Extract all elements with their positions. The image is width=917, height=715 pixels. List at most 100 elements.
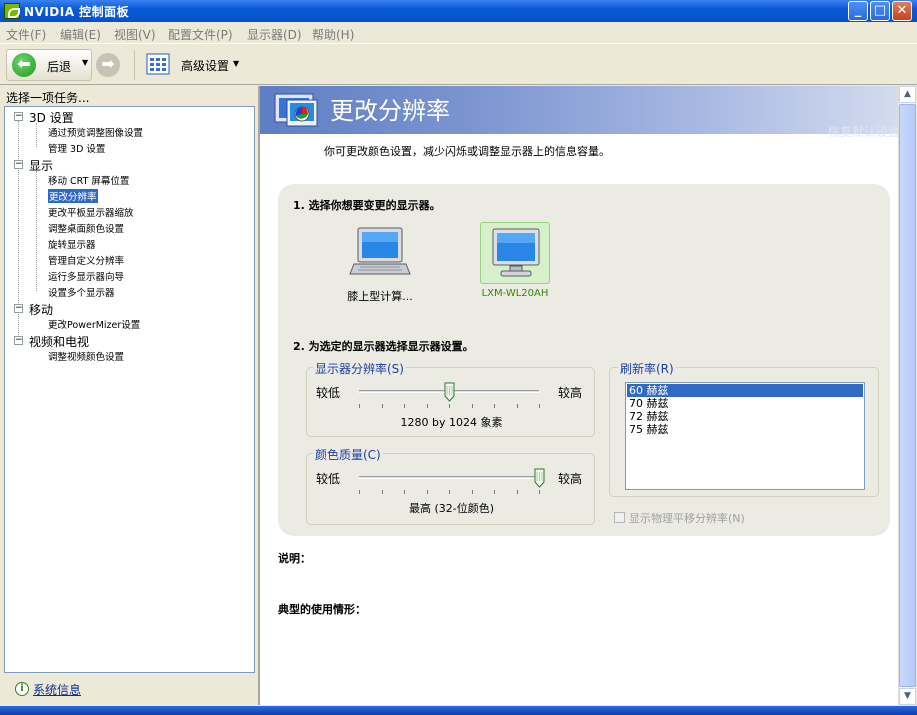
tree-item-selected[interactable]: 更改分辨率 xyxy=(48,189,98,203)
tree-item[interactable]: 运行多显示器向导 xyxy=(48,269,124,283)
tree-item[interactable]: 设置多个显示器 xyxy=(48,285,115,299)
menu-help[interactable]: 帮助(H) xyxy=(312,26,354,43)
slider-tick xyxy=(381,490,383,494)
back-button[interactable]: ⬅ 后退 ▼ xyxy=(6,49,92,81)
forward-arrow-icon[interactable]: ➡ xyxy=(96,53,120,77)
minimize-button[interactable]: _ xyxy=(848,1,868,21)
tree-item[interactable]: 管理 3D 设置 xyxy=(48,141,105,155)
advanced-settings-label[interactable]: 高级设置 xyxy=(181,57,229,74)
menu-display[interactable]: 显示器(D) xyxy=(247,26,302,43)
physical-panning-label: 显示物理平移分辨率(N) xyxy=(629,512,745,525)
color-low-label: 较低 xyxy=(316,472,341,486)
tree-item[interactable]: 调整桌面颜色设置 xyxy=(48,221,124,235)
color-slider-thumb[interactable] xyxy=(534,468,545,488)
slider-tick xyxy=(494,404,495,408)
advanced-settings-button[interactable] xyxy=(146,53,170,75)
step2-heading: 2. 为选定的显示器选择显示器设置。 xyxy=(293,340,474,353)
tree-item[interactable]: 更改平板显示器缩放 xyxy=(48,205,134,219)
color-slider-track[interactable] xyxy=(359,476,539,479)
toolbar: ⬅ 后退 ▼ ➡ 高级设置 ▼ xyxy=(0,43,917,85)
refresh-rate-list[interactable]: 60 赫兹 70 赫兹 72 赫兹 75 赫兹 xyxy=(625,382,865,490)
tree-group-3d[interactable]: 3D 设置 xyxy=(29,109,74,126)
scroll-up-arrow-icon[interactable]: ▲ xyxy=(899,86,916,103)
refresh-rate-group: 刷新率(R) 60 赫兹 70 赫兹 72 赫兹 75 赫兹 xyxy=(609,360,879,497)
expand-collapse-icon[interactable]: − xyxy=(14,160,23,169)
task-pane-header: 选择一项任务... xyxy=(0,86,258,106)
color-quality-group: 颜色质量(C) 较低 较高 最高 (32-位颜色) xyxy=(306,446,595,525)
slider-tick xyxy=(359,490,360,494)
slider-tick xyxy=(516,490,518,494)
task-tree: − 3D 设置 通过预览调整图像设置 管理 3D 设置 − 显示 移动 CRT … xyxy=(4,106,255,673)
slider-tick xyxy=(471,404,473,408)
menu-bar: 文件(F) 编辑(E) 视图(V) 配置文件(P) 显示器(D) 帮助(H) xyxy=(0,22,917,43)
color-high-label: 较高 xyxy=(558,472,583,486)
nvidia-logo-icon xyxy=(4,3,20,19)
grid-view-icon xyxy=(146,53,170,75)
resolution-high-label: 较高 xyxy=(558,386,583,400)
refresh-option-selected[interactable]: 60 赫兹 xyxy=(627,384,863,397)
maximize-button[interactable]: □ xyxy=(870,1,890,21)
physical-panning-checkbox[interactable] xyxy=(614,512,625,523)
resolution-slider-thumb[interactable] xyxy=(444,382,455,402)
monitor-icon xyxy=(492,228,540,277)
title-bar: NVIDIA 控制面板 _ □ ✕ xyxy=(0,0,917,22)
tree-item[interactable]: 通过预览调整图像设置 xyxy=(48,125,143,139)
tree-item[interactable]: 更改PowerMizer设置 xyxy=(48,317,140,331)
tree-group-video-tv[interactable]: 视频和电视 xyxy=(29,333,89,350)
menu-file[interactable]: 文件(F) xyxy=(6,26,46,43)
refresh-option[interactable]: 70 赫兹 xyxy=(627,397,669,410)
resolution-legend: 显示器分辨率(S) xyxy=(313,360,406,377)
tree-item[interactable]: 移动 CRT 屏幕位置 xyxy=(48,173,129,187)
slider-tick xyxy=(539,404,540,408)
laptop-icon xyxy=(349,227,411,275)
page-banner: 更改分辨率 恢复默认设置 xyxy=(260,86,900,139)
slider-tick xyxy=(404,490,405,494)
scroll-down-arrow-icon[interactable]: ▼ xyxy=(899,688,916,705)
slider-tick xyxy=(426,404,428,408)
info-icon: i xyxy=(15,682,29,696)
slider-tick xyxy=(359,404,360,408)
back-arrow-icon: ⬅ xyxy=(12,53,36,77)
toolbar-separator xyxy=(134,50,135,80)
tree-group-mobile[interactable]: 移动 xyxy=(29,301,53,318)
settings-section: 1. 选择你想要变更的显示器。 膝上型计算... LXM-WL20AH 2. 为… xyxy=(278,184,890,536)
monitor-lxm-wl20ah[interactable] xyxy=(480,222,550,284)
tree-line xyxy=(36,123,37,147)
resolution-value: 1280 by 1024 象素 xyxy=(400,416,503,429)
slider-tick xyxy=(471,490,473,494)
window-title: NVIDIA 控制面板 xyxy=(24,5,130,19)
scroll-thumb[interactable] xyxy=(899,104,916,687)
refresh-option[interactable]: 72 赫兹 xyxy=(627,410,669,423)
menu-edit[interactable]: 编辑(E) xyxy=(60,26,101,43)
monitor-label: LXM-WL20AH xyxy=(481,288,549,299)
resolution-group: 显示器分辨率(S) 较低 较高 1280 by 1024 象素 xyxy=(306,360,595,437)
tree-item[interactable]: 旋转显示器 xyxy=(48,237,96,251)
expand-collapse-icon[interactable]: − xyxy=(14,304,23,313)
back-label: 后退 xyxy=(47,60,72,74)
expand-collapse-icon[interactable]: − xyxy=(14,336,23,345)
back-dropdown-icon[interactable]: ▼ xyxy=(82,58,88,67)
system-info-area: i 系统信息 xyxy=(4,674,255,704)
vertical-scrollbar[interactable]: ▲ ▼ xyxy=(898,86,916,705)
refresh-option[interactable]: 75 赫兹 xyxy=(627,423,669,436)
close-button[interactable]: ✕ xyxy=(892,1,912,21)
step1-heading: 1. 选择你想要变更的显示器。 xyxy=(293,199,441,212)
slider-tick xyxy=(404,404,405,408)
tree-item[interactable]: 管理自定义分辨率 xyxy=(48,253,124,267)
explanation-label: 说明： xyxy=(278,552,311,565)
display-settings-icon xyxy=(274,93,318,127)
menu-view[interactable]: 视图(V) xyxy=(114,26,156,43)
system-info-link[interactable]: 系统信息 xyxy=(33,681,81,698)
tree-group-display[interactable]: 显示 xyxy=(29,157,53,174)
restore-defaults-link[interactable]: 恢复默认设置 xyxy=(828,123,900,140)
slider-tick xyxy=(449,404,450,408)
expand-collapse-icon[interactable]: − xyxy=(14,112,23,121)
tree-item[interactable]: 调整视频颜色设置 xyxy=(48,349,124,363)
menu-profile[interactable]: 配置文件(P) xyxy=(168,26,233,43)
slider-tick xyxy=(494,490,495,494)
page-title: 更改分辨率 xyxy=(330,97,450,125)
monitor-laptop[interactable]: 膝上型计算... xyxy=(342,224,418,304)
advanced-dropdown-icon[interactable]: ▼ xyxy=(233,59,239,68)
content-pane: 更改分辨率 恢复默认设置 你可更改颜色设置，减少闪烁或调整显示器上的信息容量。 … xyxy=(258,86,900,705)
monitor-label: 膝上型计算... xyxy=(347,290,413,303)
